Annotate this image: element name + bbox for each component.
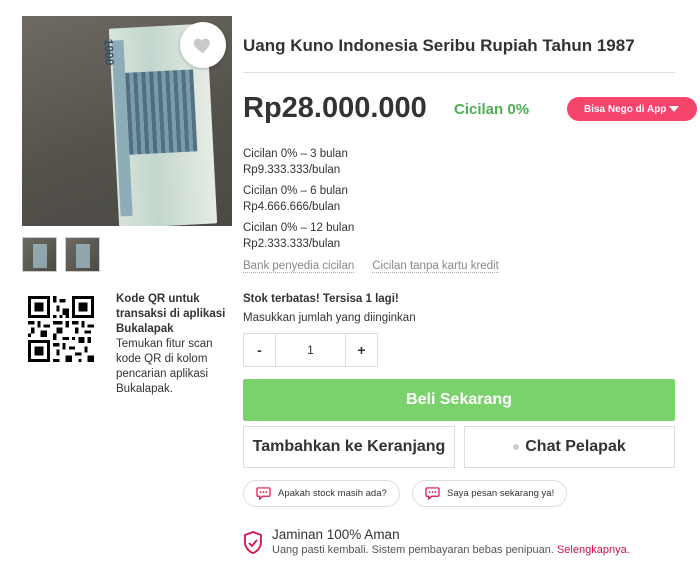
quick-question-label: Saya pesan sekarang ya! — [447, 488, 555, 499]
qr-code-image — [28, 296, 94, 362]
heart-icon — [193, 38, 210, 54]
quantity-stepper: - 1 + — [243, 333, 378, 367]
stock-warning: Stok terbatas! Tersisa 1 lagi! — [243, 293, 399, 305]
installment-links: Bank penyedia cicilan Cicilan tanpa kartu… — [243, 260, 499, 273]
thumbnail-strip — [22, 237, 100, 272]
installment-term: Cicilan 0% – 3 bulan — [243, 148, 348, 160]
nego-label: Bisa Nego di App — [584, 103, 667, 115]
chat-bubble-icon — [425, 487, 440, 500]
bank-providers-link[interactable]: Bank penyedia cicilan — [243, 260, 355, 273]
guarantee-description: Uang pasti kembali. Sistem pembayaran be… — [272, 544, 630, 556]
wishlist-button[interactable] — [180, 22, 226, 68]
installment-option: Cicilan 0% – 12 bulan Rp2.333.333/bulan — [243, 220, 354, 252]
product-main-image[interactable]: 1000 — [22, 16, 232, 226]
thumbnail-1[interactable] — [22, 237, 57, 272]
product-price: Rp28.000.000 — [243, 92, 427, 124]
quantity-increase-button[interactable]: + — [345, 334, 377, 366]
no-credit-card-link[interactable]: Cicilan tanpa kartu kredit — [372, 260, 499, 273]
chat-seller-label: Chat Pelapak — [525, 438, 626, 455]
installment-term: Cicilan 0% – 6 bulan — [243, 185, 348, 197]
product-title: Uang Kuno Indonesia Seribu Rupiah Tahun … — [243, 36, 635, 55]
title-divider — [243, 72, 675, 73]
installment-amount: Rp4.666.666/bulan — [243, 201, 341, 213]
status-dot-icon — [513, 444, 520, 450]
installment-option: Cicilan 0% – 6 bulan Rp4.666.666/bulan — [243, 183, 348, 215]
installment-amount: Rp9.333.333/bulan — [243, 164, 341, 176]
quick-question-stock[interactable]: Apakah stock masih ada? — [243, 480, 400, 507]
cicilan-badge: Cicilan 0% — [454, 101, 530, 118]
chat-seller-button[interactable]: Chat Pelapak — [464, 426, 675, 468]
nego-button[interactable]: Bisa Nego di App — [567, 97, 697, 121]
qr-description: Temukan fitur scan kode QR di kolom penc… — [116, 338, 213, 395]
shield-check-icon — [244, 531, 262, 554]
qr-title: Kode QR untuk transaksi di aplikasi Buka… — [116, 293, 226, 335]
qr-text: Kode QR untuk transaksi di aplikasi Buka… — [116, 292, 226, 397]
caret-down-icon — [669, 106, 679, 112]
quick-question-order[interactable]: Saya pesan sekarang ya! — [412, 480, 568, 507]
quantity-label: Masukkan jumlah yang diinginkan — [243, 312, 416, 324]
add-to-cart-button[interactable]: Tambahkan ke Keranjang — [243, 426, 455, 468]
thumbnail-2[interactable] — [65, 237, 100, 272]
guarantee-title: Jaminan 100% Aman — [272, 527, 400, 542]
chat-bubble-icon — [256, 487, 271, 500]
quantity-decrease-button[interactable]: - — [244, 334, 276, 366]
guarantee-more-link[interactable]: Selengkapnya. — [557, 544, 630, 556]
banknote-number: 1000 — [101, 38, 117, 66]
installment-amount: Rp2.333.333/bulan — [243, 238, 341, 250]
guarantee-text: Uang pasti kembali. Sistem pembayaran be… — [272, 544, 554, 556]
quick-question-label: Apakah stock masih ada? — [278, 488, 387, 499]
installment-term: Cicilan 0% – 12 bulan — [243, 222, 355, 234]
quantity-input[interactable]: 1 — [276, 334, 345, 366]
installment-option: Cicilan 0% – 3 bulan Rp9.333.333/bulan — [243, 146, 348, 178]
buy-now-button[interactable]: Beli Sekarang — [243, 379, 675, 421]
banknote-artwork — [125, 69, 198, 155]
